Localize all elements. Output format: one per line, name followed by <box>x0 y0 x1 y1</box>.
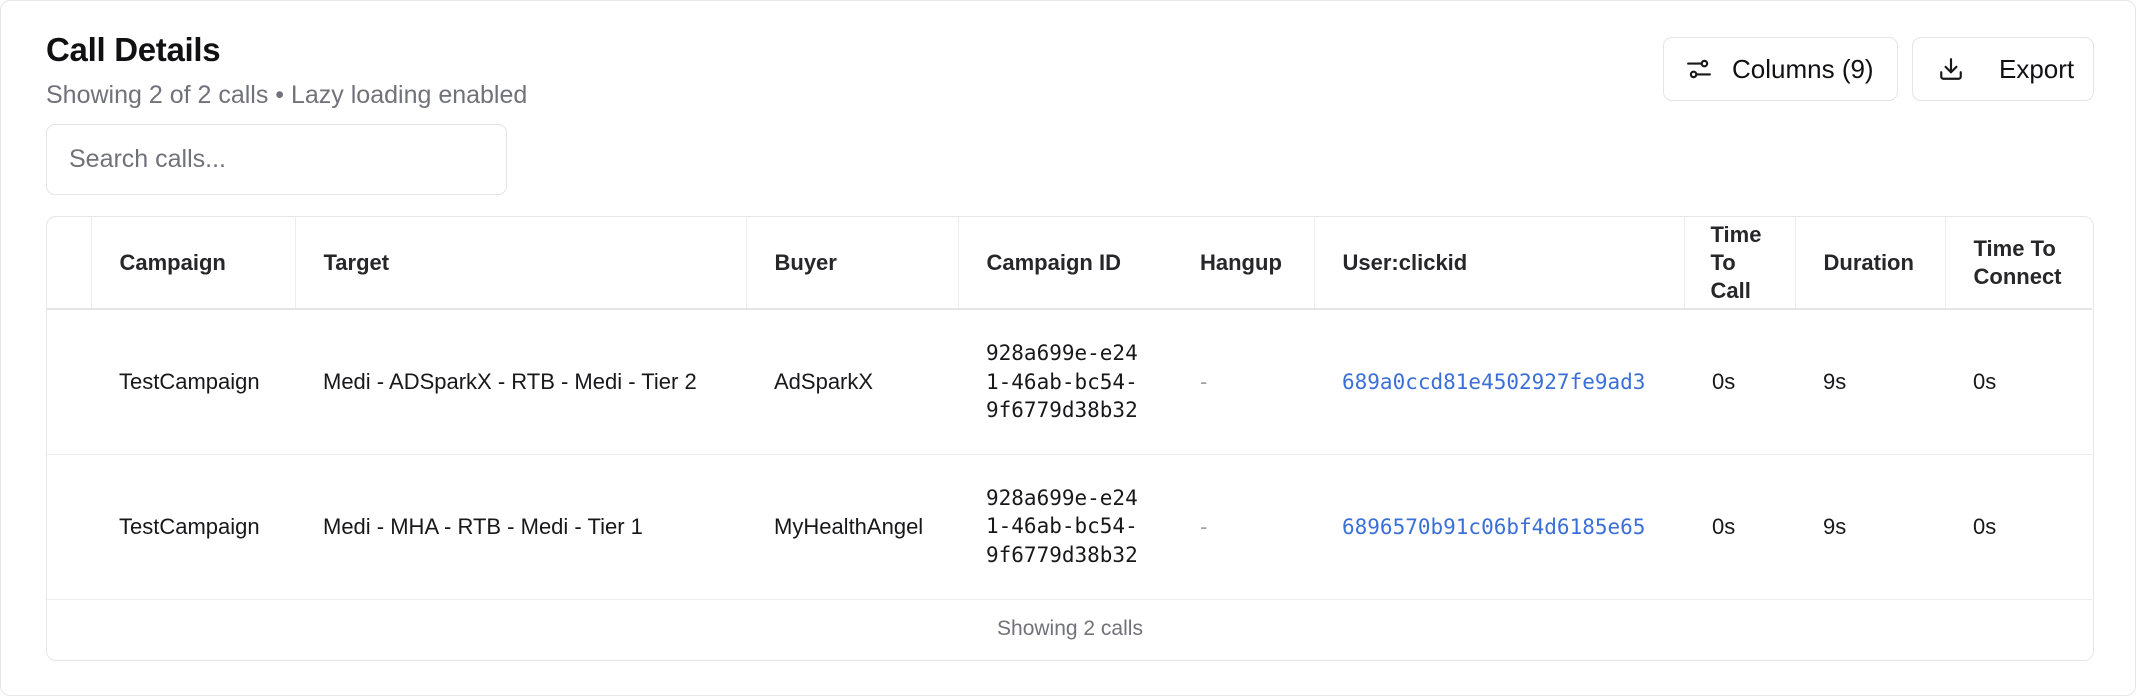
duration-cell: 9s <box>1823 513 1847 539</box>
table-row[interactable]: TestCampaign Medi - ADSparkX - RTB - Med… <box>47 309 2092 454</box>
hangup-cell: - <box>1200 368 1208 394</box>
time-to-call-cell: 0s <box>1712 368 1736 394</box>
campaign-id-cell: 928a699e-e241-46ab-bc54-9f6779d38b32 <box>986 341 1138 422</box>
campaign-id-cell: 928a699e-e241-46ab-bc54-9f6779d38b32 <box>986 485 1138 567</box>
column-header-clickid[interactable]: User:clickid <box>1314 217 1685 310</box>
column-header-duration[interactable]: Duration <box>1795 217 1946 310</box>
target-cell: Medi - ADSparkX - RTB - Medi - Tier 2 <box>323 368 697 394</box>
clickid-link[interactable]: 6896570b91c06bf4d6185e65 <box>1314 454 1684 599</box>
export-button-label: Export <box>1999 53 2075 84</box>
page-title: Call Details <box>46 31 221 68</box>
download-icon <box>1938 56 1964 82</box>
duration-cell: 9s <box>1823 368 1847 394</box>
column-header-campaign[interactable]: Campaign <box>91 217 296 310</box>
column-header-time-to-call[interactable]: Time To Call <box>1684 217 1796 310</box>
page-subtitle: Showing 2 of 2 calls • Lazy loading enab… <box>46 81 528 109</box>
sliders-icon <box>1686 56 1712 82</box>
buyer-cell: AdSparkX <box>774 368 874 394</box>
columns-button[interactable]: Columns (9) <box>1663 37 1898 101</box>
call-details-card: Call Details Showing 2 of 2 calls • Lazy… <box>0 0 2136 696</box>
columns-button-label: Columns (9) <box>1732 53 1874 84</box>
clickid-link[interactable]: 689a0ccd81e4502927fe9ad3 <box>1314 309 1684 454</box>
row-select-cell <box>47 309 91 454</box>
column-header-time-to-connect[interactable]: Time To Connect <box>1945 217 2092 310</box>
column-header-buyer[interactable]: Buyer <box>746 217 959 310</box>
time-to-connect-cell: 0s <box>1973 513 1997 539</box>
row-select-cell <box>47 454 91 599</box>
column-header-campaign-id[interactable]: Campaign ID <box>958 217 1172 310</box>
table-footer-count: Showing 2 calls <box>997 616 1143 640</box>
target-cell: Medi - MHA - RTB - Medi - Tier 1 <box>323 513 643 539</box>
search-input[interactable] <box>46 124 507 195</box>
table-row[interactable]: TestCampaign Medi - MHA - RTB - Medi - T… <box>47 454 2092 599</box>
buyer-cell: MyHealthAngel <box>774 513 924 539</box>
column-header-hangup[interactable]: Hangup <box>1172 217 1315 310</box>
export-button[interactable]: Export <box>1912 37 2094 101</box>
calls-table: Campaign Target Buyer Campaign ID Hangup… <box>47 217 2092 600</box>
campaign-cell: TestCampaign <box>119 513 260 539</box>
column-header-target[interactable]: Target <box>295 217 747 310</box>
campaign-cell: TestCampaign <box>119 368 260 394</box>
calls-table-container: Campaign Target Buyer Campaign ID Hangup… <box>46 216 2094 661</box>
hangup-cell: - <box>1200 513 1208 539</box>
column-header-select <box>47 217 92 310</box>
time-to-connect-cell: 0s <box>1973 368 1997 394</box>
time-to-call-cell: 0s <box>1712 513 1736 539</box>
table-header-row: Campaign Target Buyer Campaign ID Hangup… <box>47 217 2092 310</box>
